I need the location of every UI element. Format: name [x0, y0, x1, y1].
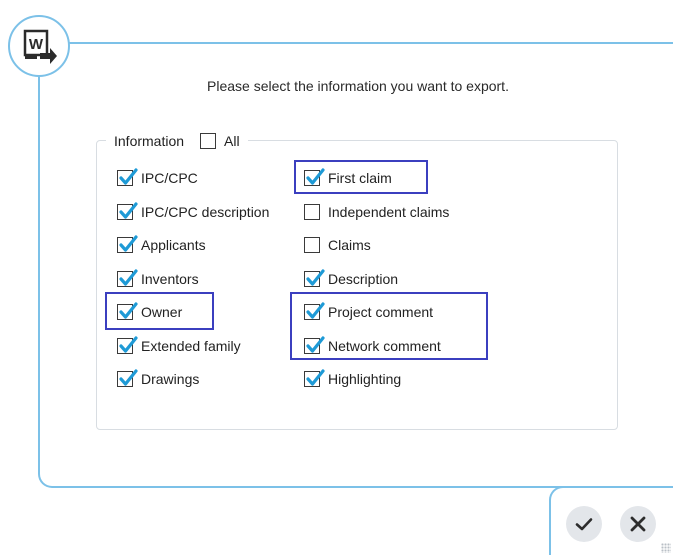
all-label: All	[224, 133, 240, 149]
word-export-icon: W	[8, 15, 70, 77]
checkbox[interactable]	[304, 237, 320, 253]
option-label: Owner	[141, 304, 183, 320]
option-label: IPC/CPC description	[141, 204, 270, 220]
option-claims[interactable]: Claims	[304, 233, 371, 257]
checkbox[interactable]	[304, 204, 320, 220]
check-icon	[575, 518, 593, 531]
resize-grip[interactable]	[661, 543, 671, 553]
option-inventors[interactable]: Inventors	[117, 267, 199, 291]
option-label: Network comment	[328, 338, 441, 354]
checkbox[interactable]	[117, 202, 138, 220]
checkbox[interactable]	[117, 269, 138, 287]
option-label: First claim	[328, 170, 392, 186]
option-label: IPC/CPC	[141, 170, 198, 186]
checkbox[interactable]	[304, 336, 325, 354]
all-checkbox[interactable]	[200, 133, 217, 149]
checkbox[interactable]	[304, 302, 325, 320]
option-extended-family[interactable]: Extended family	[117, 334, 241, 358]
checkbox[interactable]	[304, 269, 325, 287]
confirm-button[interactable]	[566, 506, 602, 542]
option-network-comment[interactable]: Network comment	[304, 334, 441, 358]
option-label: Description	[328, 271, 399, 287]
option-owner[interactable]: Owner	[117, 300, 182, 324]
option-applicants[interactable]: Applicants	[117, 233, 206, 257]
option-description[interactable]: Description	[304, 267, 398, 291]
close-icon	[630, 516, 646, 532]
option-label: Independent claims	[328, 204, 450, 220]
information-label: Information	[114, 133, 185, 149]
checkbox[interactable]	[117, 302, 138, 320]
option-label: Drawings	[141, 371, 200, 387]
option-label: Claims	[328, 237, 371, 253]
option-label: Applicants	[141, 237, 206, 253]
option-project-comment[interactable]: Project comment	[304, 300, 433, 324]
option-label: Extended family	[141, 338, 241, 354]
export-prompt: Please select the information you want t…	[207, 78, 509, 94]
option-label: Project comment	[328, 304, 434, 320]
cancel-button[interactable]	[620, 506, 656, 542]
checkbox[interactable]	[117, 369, 138, 387]
option-label: Highlighting	[328, 371, 402, 387]
option-ipc-cpc-description[interactable]: IPC/CPC description	[117, 200, 269, 224]
option-independent-claims[interactable]: Independent claims	[304, 200, 449, 224]
checkbox[interactable]	[117, 235, 138, 253]
export-dialog: W Please select the information you want…	[0, 0, 673, 555]
checkbox[interactable]	[304, 168, 325, 186]
option-ipc-cpc[interactable]: IPC/CPC	[117, 166, 198, 190]
checkbox[interactable]	[117, 336, 138, 354]
checkbox[interactable]	[304, 369, 325, 387]
svg-text:W: W	[29, 36, 44, 53]
option-label: Inventors	[141, 271, 199, 287]
option-first-claim[interactable]: First claim	[304, 166, 392, 190]
option-drawings[interactable]: Drawings	[117, 367, 199, 391]
checkbox[interactable]	[117, 168, 138, 186]
option-highlighting[interactable]: Highlighting	[304, 367, 401, 391]
information-group-header: Information All	[106, 130, 248, 152]
